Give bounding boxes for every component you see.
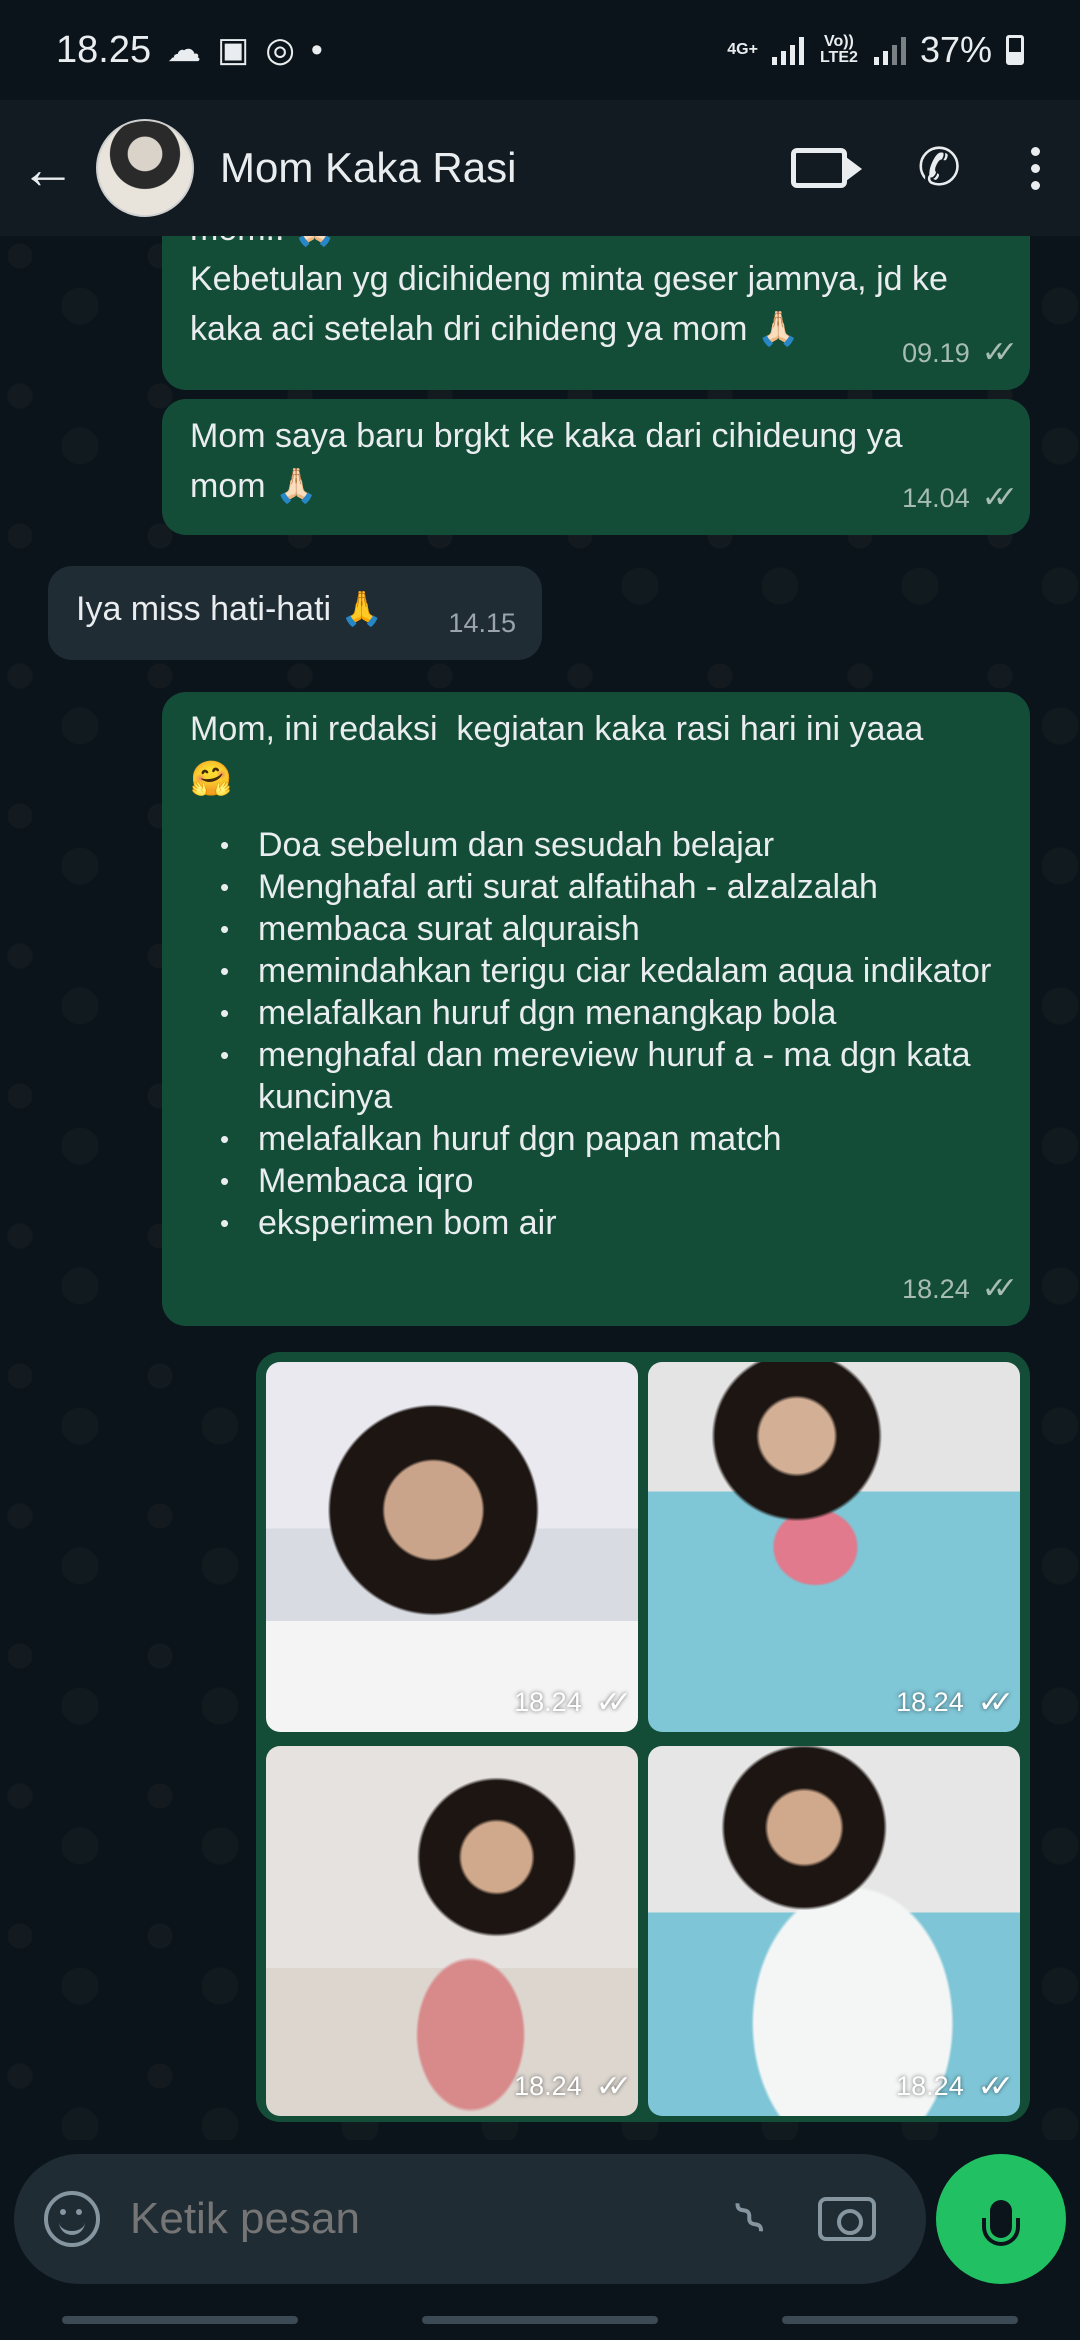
voice-message-button[interactable] xyxy=(936,2154,1066,2284)
photo-time: 18.24 xyxy=(896,1687,964,1717)
list-item: melafalkan huruf dgn papan match xyxy=(190,1118,1002,1160)
chat-header: ← Mom Kaka Rasi ✆ xyxy=(0,100,1080,236)
message-meta: 14.04 ✓✓ xyxy=(902,473,1018,523)
activity-list: Doa sebelum dan sesudah belajar Menghafa… xyxy=(190,824,1002,1244)
network-lte-label: Vo)) LTE2 xyxy=(819,33,858,66)
message-time: 18.24 xyxy=(902,1274,970,1304)
list-item: menghafal dan mereview huruf a - ma dgn … xyxy=(190,1034,1002,1118)
system-navigation-bar xyxy=(0,2300,1080,2340)
read-receipt-icon: ✓✓ xyxy=(595,1686,632,1719)
message-time: 14.15 xyxy=(448,608,516,638)
contact-avatar[interactable] xyxy=(96,119,194,217)
signal-strength-2-icon xyxy=(873,35,906,65)
message-bubble-outgoing[interactable]: mom.. 🙏🏻 Kebetulan yg dicihideng minta g… xyxy=(162,236,1030,390)
list-item: Membaca iqro xyxy=(190,1160,1002,1202)
list-item: memindahkan terigu ciar kedalam aqua ind… xyxy=(190,950,1002,992)
status-time: 18.25 xyxy=(56,28,152,71)
list-item: eksperimen bom air xyxy=(190,1202,1002,1244)
chat-area[interactable]: mom.. 🙏🏻 Kebetulan yg dicihideng minta g… xyxy=(0,236,1080,2140)
status-bar: 18.25 ☁ ▣ ◎ • 4G+ Vo)) LTE2 37% xyxy=(0,0,1080,100)
media-album-bubble[interactable]: 18.24 ✓✓ 18.24 ✓✓ 18.24 ✓✓ 18.24 ✓✓ xyxy=(256,1352,1030,2122)
more-options-icon[interactable] xyxy=(1031,146,1040,190)
contact-name[interactable]: Mom Kaka Rasi xyxy=(220,144,516,192)
message-bubble-outgoing[interactable]: Mom, ini redaksi kegiatan kaka rasi hari… xyxy=(162,692,1030,1326)
read-receipt-icon: ✓✓ xyxy=(977,2070,1014,2103)
message-intro: Mom, ini redaksi kegiatan kaka rasi hari… xyxy=(190,710,924,798)
weather-icon: ☁ xyxy=(167,31,202,69)
message-bubble-outgoing[interactable]: Mom saya baru brgkt ke kaka dari cihideu… xyxy=(162,399,1030,535)
list-item: melafalkan huruf dgn menangkap bola xyxy=(190,992,1002,1034)
nav-back-handle[interactable] xyxy=(782,2316,1018,2324)
message-text: mom.. 🙏🏻 Kebetulan yg dicihideng minta g… xyxy=(190,236,948,348)
photo-thumbnail[interactable]: 18.24 ✓✓ xyxy=(266,1362,638,1732)
photo-thumbnail[interactable]: 18.24 ✓✓ xyxy=(648,1746,1020,2116)
message-bubble-incoming[interactable]: Iya miss hati-hati 🙏 14.15 xyxy=(48,566,542,660)
emoji-icon[interactable] xyxy=(44,2191,100,2247)
whatsapp-notification-icon: ◎ xyxy=(265,31,295,69)
video-call-icon[interactable] xyxy=(791,148,863,188)
gallery-notification-icon: ▣ xyxy=(217,31,250,69)
camera-icon[interactable] xyxy=(818,2197,876,2241)
photo-meta: 18.24 ✓✓ xyxy=(896,2069,1014,2104)
message-input[interactable] xyxy=(130,2194,739,2244)
photo-thumbnail[interactable]: 18.24 ✓✓ xyxy=(266,1746,638,2116)
signal-strength-icon xyxy=(771,35,804,65)
read-receipt-icon: ✓✓ xyxy=(595,2070,632,2103)
notification-dot-icon: • xyxy=(310,30,323,69)
photo-meta: 18.24 ✓✓ xyxy=(896,1685,1014,1720)
list-item: Doa sebelum dan sesudah belajar xyxy=(190,824,1002,866)
read-receipt-icon: ✓✓ xyxy=(981,1272,1018,1305)
photo-time: 18.24 xyxy=(514,1687,582,1717)
message-time: 09.19 xyxy=(902,338,970,368)
mic-icon xyxy=(982,2200,1020,2246)
message-input-bar: ⌇ xyxy=(0,2140,1080,2300)
photo-time: 18.24 xyxy=(896,2071,964,2101)
message-meta: 18.24 ✓✓ xyxy=(902,1264,1018,1314)
message-meta: 09.19 ✓✓ xyxy=(902,328,1018,378)
list-item: Menghafal arti surat alfatihah - alzalza… xyxy=(190,866,1002,908)
battery-icon xyxy=(1006,35,1024,65)
photo-thumbnail[interactable]: 18.24 ✓✓ xyxy=(648,1362,1020,1732)
read-receipt-icon: ✓✓ xyxy=(981,336,1018,369)
photo-meta: 18.24 ✓✓ xyxy=(514,1685,632,1720)
network-4g-label: 4G+ xyxy=(727,41,758,58)
read-receipt-icon: ✓✓ xyxy=(981,481,1018,514)
read-receipt-icon: ✓✓ xyxy=(977,1686,1014,1719)
battery-percent: 37% xyxy=(919,29,992,70)
message-text: Mom saya baru brgkt ke kaka dari cihideu… xyxy=(190,417,912,505)
message-input-container[interactable]: ⌇ xyxy=(14,2154,926,2284)
phone-icon[interactable]: ✆ xyxy=(917,138,961,198)
nav-home-handle[interactable] xyxy=(422,2316,658,2324)
photo-time: 18.24 xyxy=(514,2071,582,2101)
message-meta: 14.15 xyxy=(448,598,516,648)
back-arrow-icon[interactable]: ← xyxy=(20,136,84,201)
nav-recents-handle[interactable] xyxy=(62,2316,298,2324)
photo-meta: 18.24 ✓✓ xyxy=(514,2069,632,2104)
message-time: 14.04 xyxy=(902,483,970,513)
list-item: membaca surat alquraish xyxy=(190,908,1002,950)
